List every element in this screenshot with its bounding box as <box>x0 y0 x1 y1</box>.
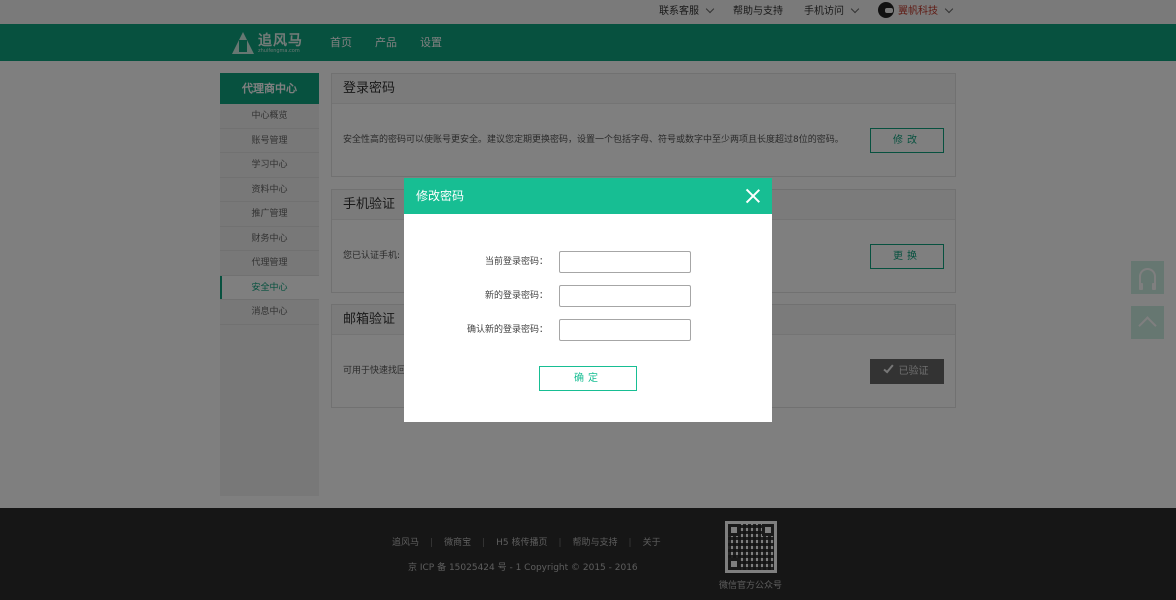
new-password-label: 新的登录密码： <box>484 291 548 301</box>
change-password-modal: 修改密码 当前登录密码： 新的登录密码： 确认新的登录密码： 确定 <box>404 178 772 422</box>
new-password-input[interactable] <box>559 285 691 307</box>
modal-header: 修改密码 <box>404 178 772 214</box>
modal-title: 修改密码 <box>416 189 465 203</box>
current-password-row: 当前登录密码： <box>404 251 772 273</box>
current-password-label: 当前登录密码： <box>484 257 548 267</box>
new-password-row: 新的登录密码： <box>404 285 772 307</box>
confirm-password-input[interactable] <box>559 319 691 341</box>
confirm-password-label: 确认新的登录密码： <box>466 325 548 335</box>
confirm-password-row: 确认新的登录密码： <box>404 319 772 341</box>
confirm-button[interactable]: 确定 <box>539 366 637 391</box>
current-password-input[interactable] <box>559 251 691 273</box>
close-icon[interactable] <box>746 189 760 203</box>
